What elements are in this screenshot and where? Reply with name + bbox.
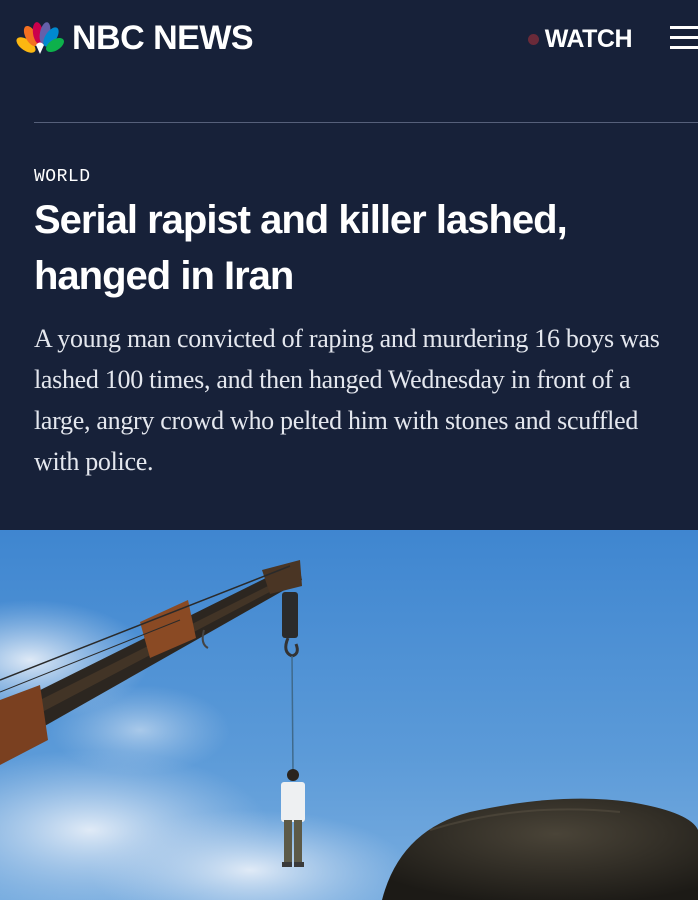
article-dek: A young man convicted of raping and murd… (34, 324, 660, 476)
site-logo[interactable]: NBC NEWS (16, 18, 254, 58)
article-page: NBC NEWS WATCH WORLD Serial rapist and k… (0, 0, 698, 900)
section-link-world[interactable]: WORLD (34, 166, 91, 188)
peacock-logo-icon (16, 22, 64, 54)
header-divider (34, 122, 698, 123)
site-header: NBC NEWS WATCH (0, 0, 698, 80)
article-hero-image (0, 530, 698, 900)
live-dot-icon (527, 33, 539, 45)
article-headline: Serial rapist and killer lashed, hanged … (34, 198, 568, 298)
watch-label: WATCH (544, 25, 633, 53)
brand-name: NBC NEWS (72, 19, 254, 57)
hamburger-menu-icon[interactable] (670, 22, 698, 52)
watch-button[interactable]: WATCH (527, 24, 633, 54)
